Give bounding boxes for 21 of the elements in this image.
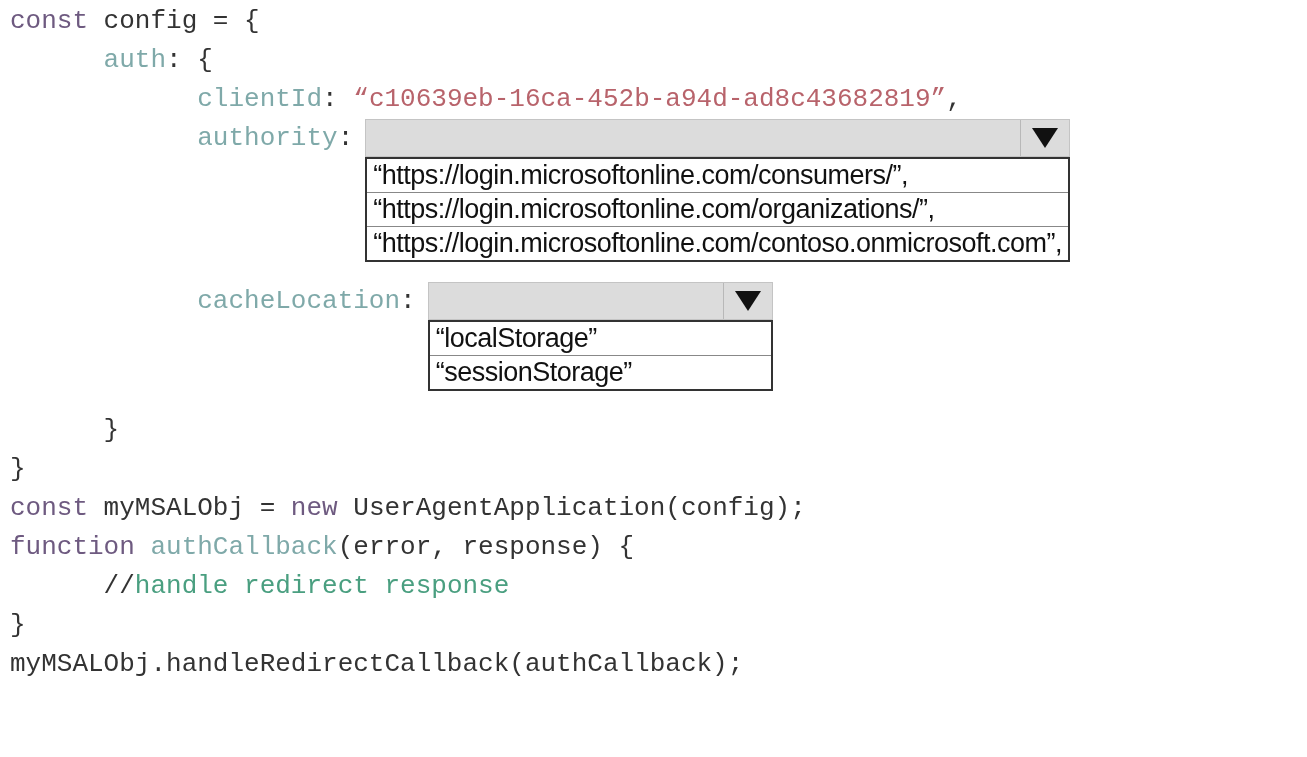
dropdown-option[interactable]: “localStorage” bbox=[429, 322, 771, 356]
code-line: myMSALObj.handleRedirectCallback(authCallback); bbox=[10, 648, 744, 681]
caret-icon bbox=[1032, 128, 1059, 148]
code-line: clientId: “c10639eb-16ca-452b-a94d-ad8c43682819”, bbox=[196, 83, 962, 116]
code-line: } bbox=[10, 609, 26, 642]
dropdown-option[interactable]: “https://login.microsoftonline.com/organizations/”, bbox=[367, 193, 1069, 227]
code-line: authority: bbox=[196, 122, 354, 155]
dropdown-option[interactable]: “sessionStorage” bbox=[429, 356, 771, 389]
code-line: const myMSALObj = new UserAgentApplication(config); bbox=[10, 492, 806, 525]
code-line: auth: { bbox=[102, 44, 213, 77]
code-line: function authCallback(error, response) { bbox=[10, 531, 635, 564]
code-line: //handle redirect response bbox=[102, 570, 510, 603]
dropdown-option[interactable]: “https://login.microsoftonline.com/contoso.onmicrosoft.com”, bbox=[367, 227, 1069, 260]
code-line: } bbox=[102, 414, 120, 447]
dropdown-option[interactable]: “https://login.microsoftonline.com/consumers/”, bbox=[367, 159, 1069, 193]
caret-icon bbox=[734, 291, 761, 311]
code-line: cacheLocation: bbox=[196, 285, 416, 318]
code-line: } bbox=[10, 453, 26, 486]
code-line: const config = { bbox=[10, 5, 260, 38]
dropdown-field[interactable] bbox=[427, 282, 773, 320]
dropdown-field[interactable] bbox=[365, 119, 1071, 157]
